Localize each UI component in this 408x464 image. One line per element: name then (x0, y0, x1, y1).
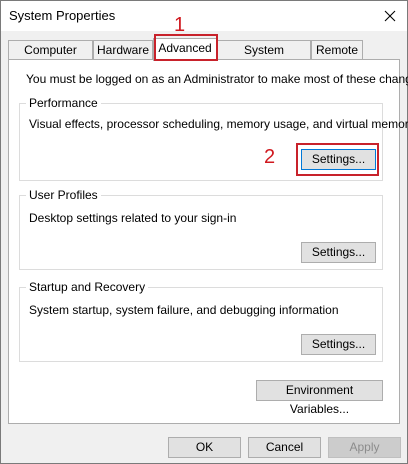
performance-title: Performance (26, 96, 101, 110)
title-bar: System Properties (1, 1, 407, 31)
user-profiles-group: User Profiles Desktop settings related t… (19, 188, 383, 270)
apply-button[interactable]: Apply (328, 437, 401, 458)
user-profiles-title: User Profiles (26, 188, 101, 202)
advanced-tab-highlight (154, 34, 218, 61)
tab-label: Remote (315, 43, 359, 57)
step-2-annotation: 2 (264, 146, 276, 168)
system-properties-window: System Properties 1 Computer Name Hardwa… (0, 0, 408, 464)
user-profiles-settings-button[interactable]: Settings... (301, 242, 376, 263)
tab-system-protection[interactable]: System Protection (217, 40, 311, 71)
window-title: System Properties (9, 8, 116, 23)
close-button[interactable] (373, 1, 407, 31)
performance-description: Visual effects, processor scheduling, me… (29, 117, 408, 131)
advanced-tab-panel: You must be logged on as an Administrato… (8, 59, 408, 424)
user-profiles-description: Desktop settings related to your sign-in (29, 211, 237, 225)
startup-recovery-settings-button[interactable]: Settings... (301, 334, 376, 355)
startup-recovery-description: System startup, system failure, and debu… (29, 303, 339, 317)
close-icon (384, 10, 396, 22)
admin-notice: You must be logged on as an Administrato… (26, 72, 408, 86)
tab-remote[interactable]: Remote (311, 40, 363, 60)
ok-button[interactable]: OK (168, 437, 241, 458)
startup-recovery-title: Startup and Recovery (26, 280, 149, 294)
tab-hardware[interactable]: Hardware (93, 40, 153, 60)
startup-recovery-group: Startup and Recovery System startup, sys… (19, 280, 383, 362)
tab-label: Hardware (96, 43, 150, 57)
tab-computer-name[interactable]: Computer Name (8, 40, 93, 71)
performance-settings-highlight (296, 143, 379, 176)
cancel-button[interactable]: Cancel (248, 437, 321, 458)
environment-variables-button[interactable]: Environment Variables... (256, 380, 383, 416)
